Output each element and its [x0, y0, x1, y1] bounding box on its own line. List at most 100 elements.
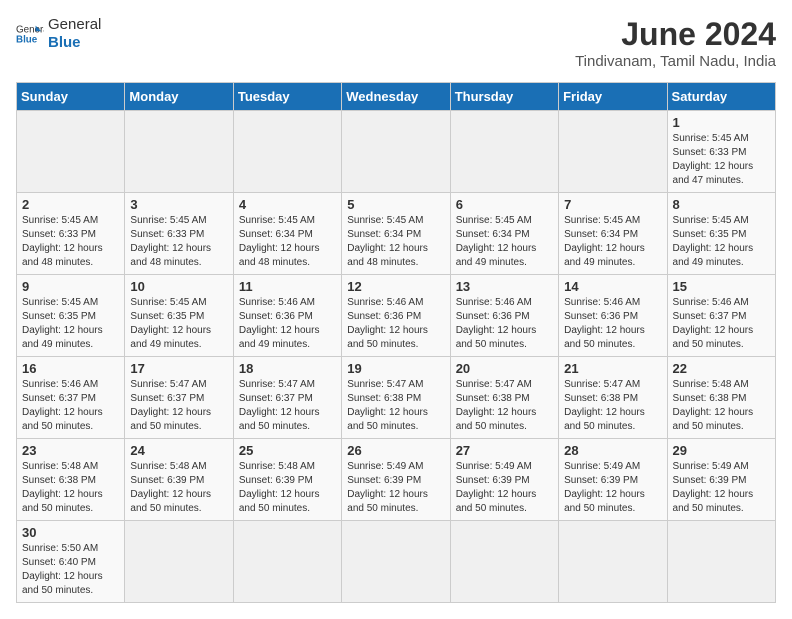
day-number: 29	[673, 443, 770, 458]
day-cell	[17, 111, 125, 193]
day-info: Sunrise: 5:49 AM Sunset: 6:39 PM Dayligh…	[564, 460, 661, 516]
day-info: Sunrise: 5:49 AM Sunset: 6:39 PM Dayligh…	[673, 460, 770, 516]
day-header-sunday: Sunday	[17, 83, 125, 111]
day-info: Sunrise: 5:45 AM Sunset: 6:33 PM Dayligh…	[130, 214, 227, 270]
logo-icon: General Blue	[16, 20, 44, 48]
day-number: 23	[22, 443, 119, 458]
day-number: 30	[22, 525, 119, 540]
day-info: Sunrise: 5:47 AM Sunset: 6:38 PM Dayligh…	[347, 378, 444, 434]
day-cell: 14 Sunrise: 5:46 AM Sunset: 6:36 PM Dayli…	[559, 275, 667, 357]
day-cell: 16 Sunrise: 5:46 AM Sunset: 6:37 PM Dayli…	[17, 357, 125, 439]
week-row-0: 1 Sunrise: 5:45 AM Sunset: 6:33 PM Daylig…	[17, 111, 776, 193]
day-number: 4	[239, 197, 336, 212]
day-info: Sunrise: 5:46 AM Sunset: 6:36 PM Dayligh…	[564, 296, 661, 352]
day-number: 14	[564, 279, 661, 294]
day-cell: 6Sunrise: 5:45 AM Sunset: 6:34 PM Daylig…	[450, 193, 558, 275]
day-number: 6	[456, 197, 553, 212]
day-cell	[342, 521, 450, 603]
day-cell: 13 Sunrise: 5:46 AM Sunset: 6:36 PM Dayli…	[450, 275, 558, 357]
day-info: Sunrise: 5:47 AM Sunset: 6:37 PM Dayligh…	[130, 378, 227, 434]
day-info: Sunrise: 5:45 AM Sunset: 6:35 PM Dayligh…	[130, 296, 227, 352]
day-cell: 18 Sunrise: 5:47 AM Sunset: 6:37 PM Dayli…	[233, 357, 341, 439]
day-number: 26	[347, 443, 444, 458]
day-info: Sunrise: 5:46 AM Sunset: 6:36 PM Dayligh…	[239, 296, 336, 352]
day-number: 2	[22, 197, 119, 212]
day-header-tuesday: Tuesday	[233, 83, 341, 111]
day-header-thursday: Thursday	[450, 83, 558, 111]
calendar-title: June 2024	[575, 16, 776, 53]
day-number: 17	[130, 361, 227, 376]
calendar-subtitle: Tindivanam, Tamil Nadu, India	[575, 53, 776, 70]
day-cell: 7Sunrise: 5:45 AM Sunset: 6:34 PM Daylig…	[559, 193, 667, 275]
day-info: Sunrise: 5:49 AM Sunset: 6:39 PM Dayligh…	[347, 460, 444, 516]
day-info: Sunrise: 5:46 AM Sunset: 6:37 PM Dayligh…	[673, 296, 770, 352]
day-info: Sunrise: 5:49 AM Sunset: 6:39 PM Dayligh…	[456, 460, 553, 516]
day-info: Sunrise: 5:47 AM Sunset: 6:37 PM Dayligh…	[239, 378, 336, 434]
day-cell	[667, 521, 775, 603]
day-cell	[450, 111, 558, 193]
day-number: 10	[130, 279, 227, 294]
day-cell	[559, 521, 667, 603]
day-info: Sunrise: 5:45 AM Sunset: 6:33 PM Dayligh…	[673, 132, 770, 188]
day-number: 24	[130, 443, 227, 458]
day-info: Sunrise: 5:46 AM Sunset: 6:37 PM Dayligh…	[22, 378, 119, 434]
day-cell	[125, 111, 233, 193]
day-cell: 30 Sunrise: 5:50 AM Sunset: 6:40 PM Dayli…	[17, 521, 125, 603]
day-cell: 8Sunrise: 5:45 AM Sunset: 6:35 PM Daylig…	[667, 193, 775, 275]
day-info: Sunrise: 5:48 AM Sunset: 6:38 PM Dayligh…	[673, 378, 770, 434]
day-cell: 20Sunrise: 5:47 AM Sunset: 6:38 PM Dayli…	[450, 357, 558, 439]
day-cell: 4Sunrise: 5:45 AM Sunset: 6:34 PM Daylig…	[233, 193, 341, 275]
day-info: Sunrise: 5:47 AM Sunset: 6:38 PM Dayligh…	[564, 378, 661, 434]
day-number: 8	[673, 197, 770, 212]
day-number: 11	[239, 279, 336, 294]
day-cell: 11 Sunrise: 5:46 AM Sunset: 6:36 PM Dayli…	[233, 275, 341, 357]
day-info: Sunrise: 5:50 AM Sunset: 6:40 PM Dayligh…	[22, 542, 119, 598]
day-cell: 1 Sunrise: 5:45 AM Sunset: 6:33 PM Daylig…	[667, 111, 775, 193]
day-info: Sunrise: 5:46 AM Sunset: 6:36 PM Dayligh…	[347, 296, 444, 352]
day-number: 18	[239, 361, 336, 376]
day-cell: 15 Sunrise: 5:46 AM Sunset: 6:37 PM Dayli…	[667, 275, 775, 357]
day-header-monday: Monday	[125, 83, 233, 111]
day-cell: 9Sunrise: 5:45 AM Sunset: 6:35 PM Daylig…	[17, 275, 125, 357]
day-header-wednesday: Wednesday	[342, 83, 450, 111]
week-row-1: 2 Sunrise: 5:45 AM Sunset: 6:33 PM Daylig…	[17, 193, 776, 275]
day-info: Sunrise: 5:45 AM Sunset: 6:34 PM Dayligh…	[564, 214, 661, 270]
day-cell: 3 Sunrise: 5:45 AM Sunset: 6:33 PM Daylig…	[125, 193, 233, 275]
day-number: 25	[239, 443, 336, 458]
day-cell: 28 Sunrise: 5:49 AM Sunset: 6:39 PM Dayli…	[559, 439, 667, 521]
calendar-table: SundayMondayTuesdayWednesdayThursdayFrid…	[16, 82, 776, 603]
day-info: Sunrise: 5:48 AM Sunset: 6:38 PM Dayligh…	[22, 460, 119, 516]
day-cell: 5 Sunrise: 5:45 AM Sunset: 6:34 PM Daylig…	[342, 193, 450, 275]
day-cell: 23 Sunrise: 5:48 AM Sunset: 6:38 PM Dayli…	[17, 439, 125, 521]
day-number: 12	[347, 279, 444, 294]
day-number: 5	[347, 197, 444, 212]
svg-text:Blue: Blue	[16, 34, 38, 45]
day-cell	[559, 111, 667, 193]
day-cell: 10 Sunrise: 5:45 AM Sunset: 6:35 PM Dayli…	[125, 275, 233, 357]
day-number: 28	[564, 443, 661, 458]
day-info: Sunrise: 5:45 AM Sunset: 6:33 PM Dayligh…	[22, 214, 119, 270]
day-info: Sunrise: 5:45 AM Sunset: 6:34 PM Dayligh…	[347, 214, 444, 270]
day-number: 16	[22, 361, 119, 376]
day-cell	[125, 521, 233, 603]
day-number: 21	[564, 361, 661, 376]
day-number: 1	[673, 115, 770, 130]
title-area: June 2024 Tindivanam, Tamil Nadu, India	[575, 16, 776, 70]
day-info: Sunrise: 5:48 AM Sunset: 6:39 PM Dayligh…	[239, 460, 336, 516]
day-number: 13	[456, 279, 553, 294]
day-info: Sunrise: 5:46 AM Sunset: 6:36 PM Dayligh…	[456, 296, 553, 352]
week-row-4: 23 Sunrise: 5:48 AM Sunset: 6:38 PM Dayli…	[17, 439, 776, 521]
day-header-row: SundayMondayTuesdayWednesdayThursdayFrid…	[17, 83, 776, 111]
day-cell: 26 Sunrise: 5:49 AM Sunset: 6:39 PM Dayli…	[342, 439, 450, 521]
day-header-saturday: Saturday	[667, 83, 775, 111]
day-info: Sunrise: 5:47 AM Sunset: 6:38 PM Dayligh…	[456, 378, 553, 434]
week-row-5: 30 Sunrise: 5:50 AM Sunset: 6:40 PM Dayli…	[17, 521, 776, 603]
day-number: 22	[673, 361, 770, 376]
day-cell: 24Sunrise: 5:48 AM Sunset: 6:39 PM Dayli…	[125, 439, 233, 521]
day-number: 15	[673, 279, 770, 294]
logo: General Blue General Blue	[16, 16, 101, 52]
logo-general: General	[48, 16, 101, 33]
day-cell	[450, 521, 558, 603]
day-cell: 27Sunrise: 5:49 AM Sunset: 6:39 PM Dayli…	[450, 439, 558, 521]
day-number: 3	[130, 197, 227, 212]
